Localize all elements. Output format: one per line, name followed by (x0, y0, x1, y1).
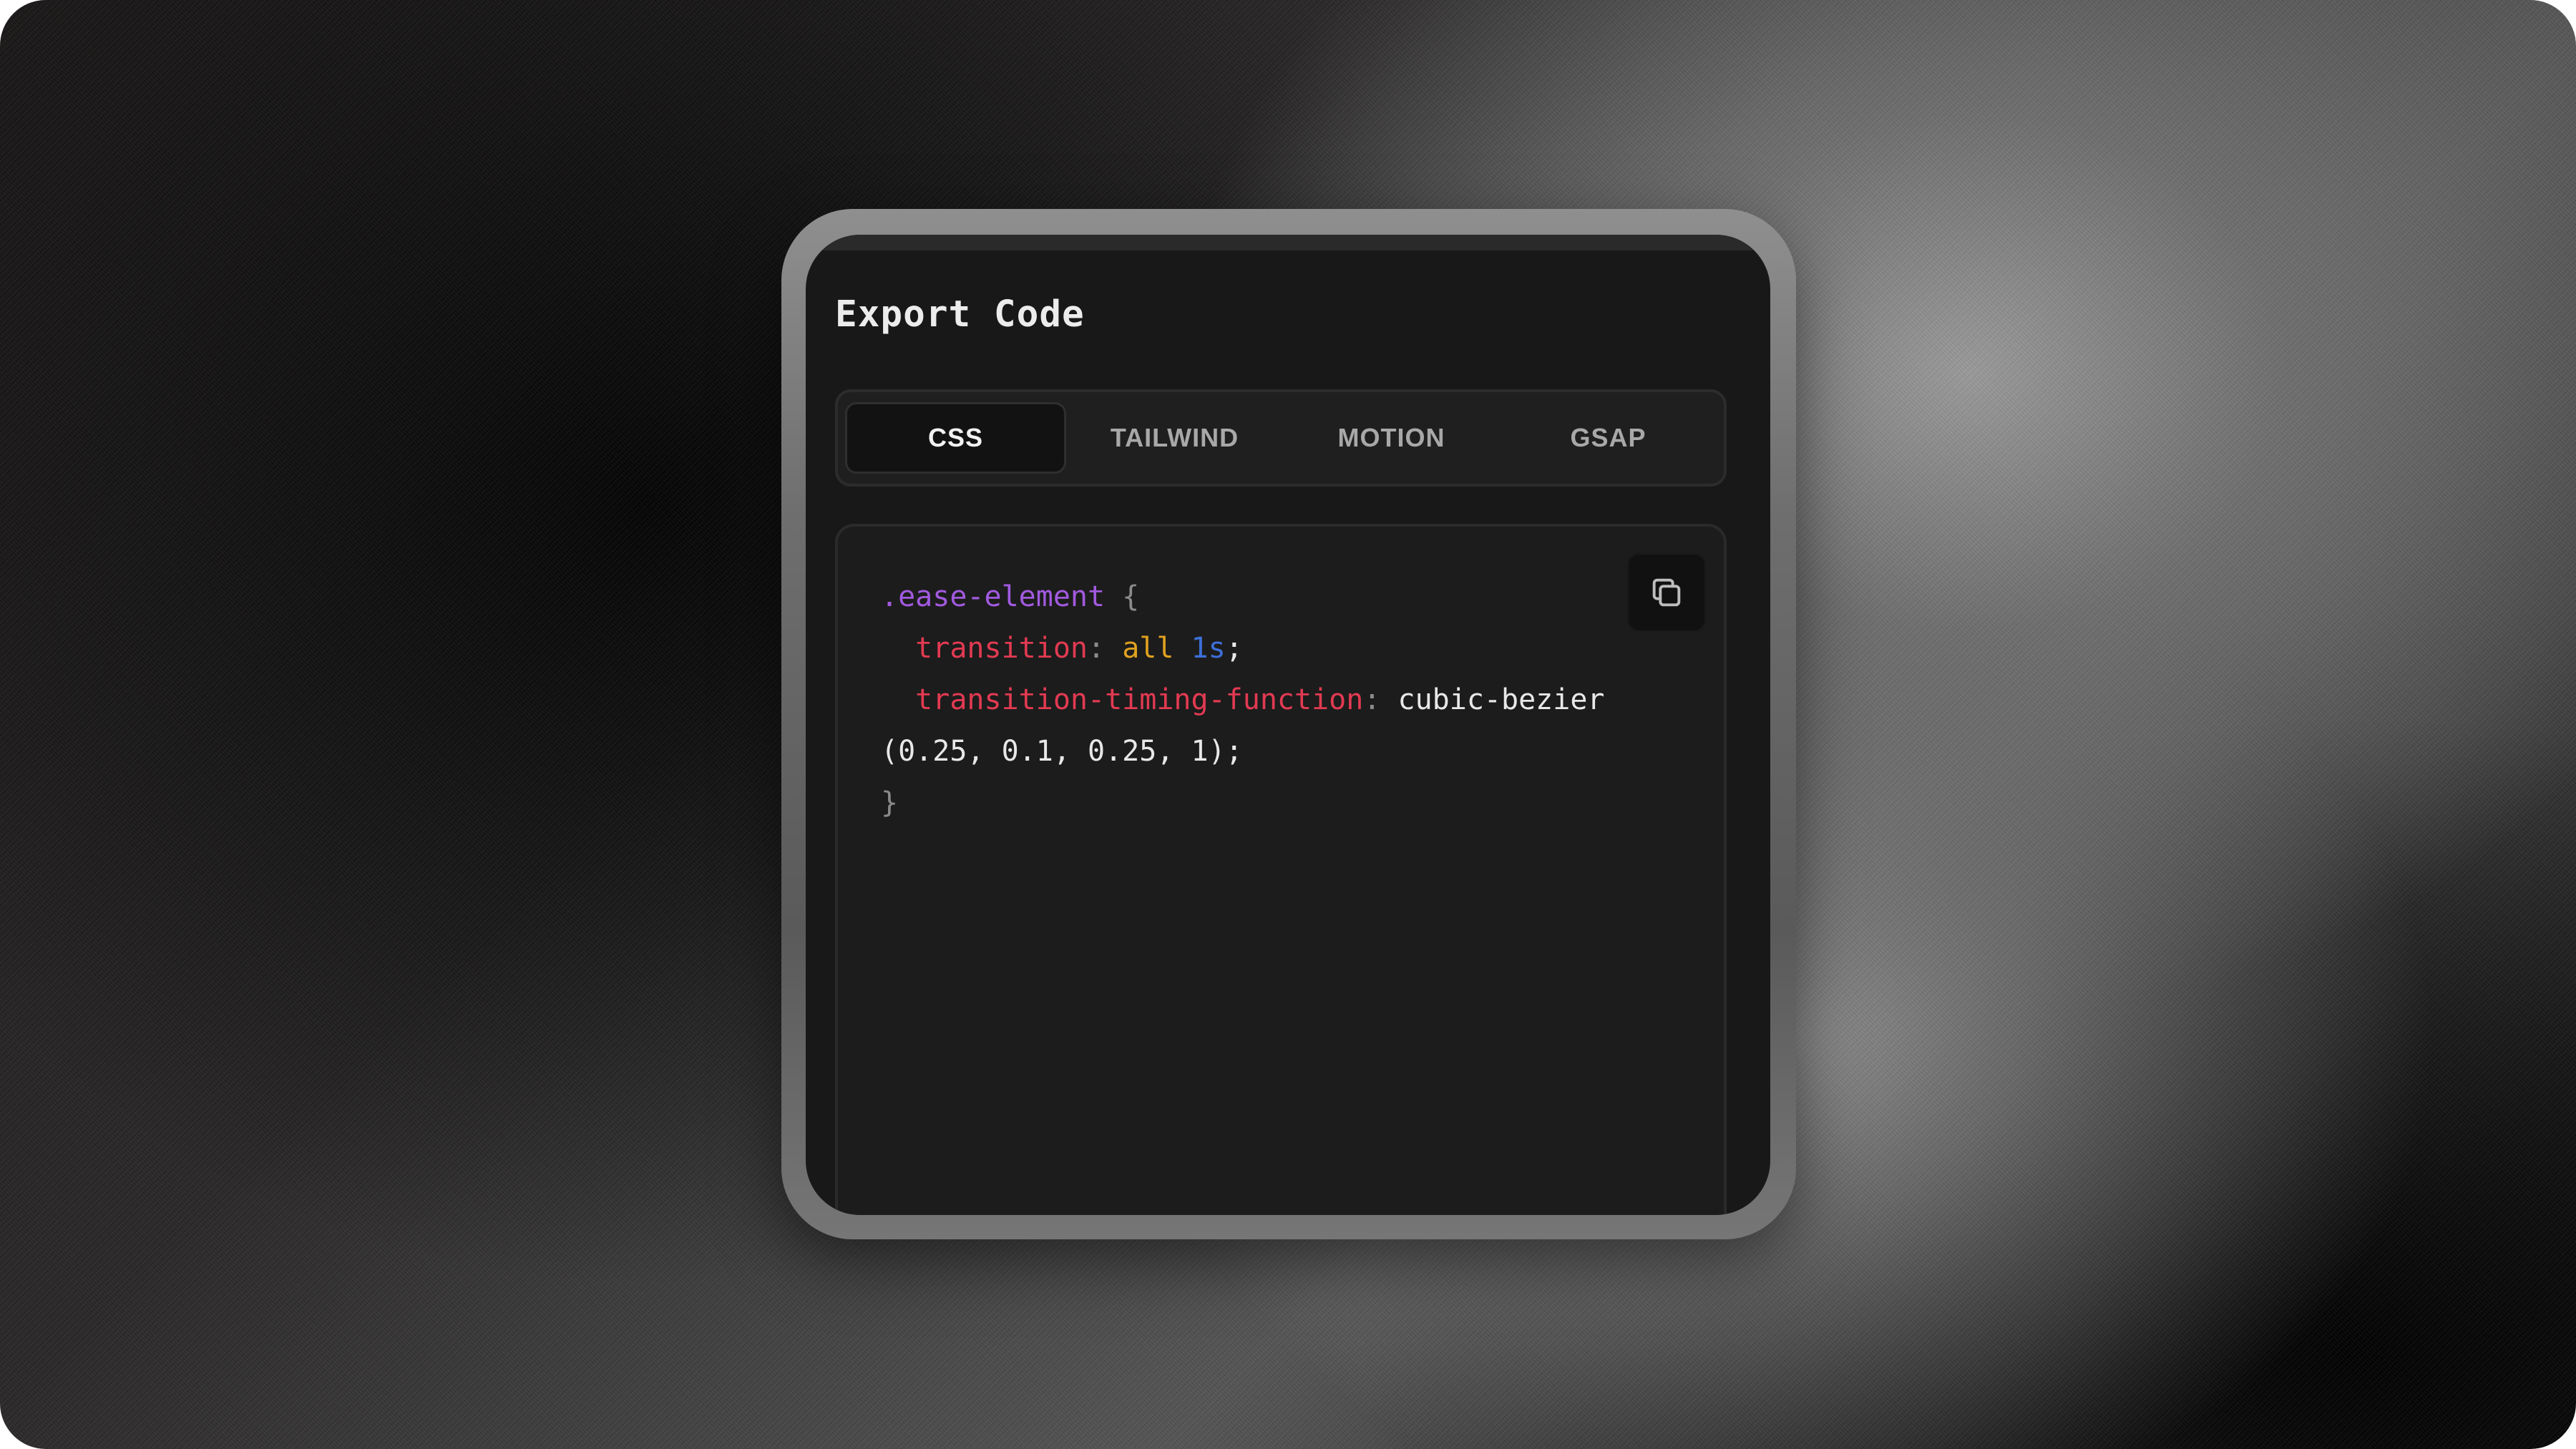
panel-top-strip (806, 235, 1770, 250)
code-number-duration: 1s (1191, 632, 1226, 665)
code-property-timing-function: transition-timing-function (915, 683, 1364, 716)
copy-icon (1652, 578, 1681, 607)
code-text: .ease-element { transition: all 1s; tran… (881, 571, 1604, 829)
code-open-brace: { (1122, 580, 1140, 613)
tab-css[interactable]: CSS (845, 402, 1066, 474)
copy-button[interactable] (1626, 552, 1707, 633)
code-value-bezier-args: (0.25, 0.1, 0.25, 1); (881, 735, 1243, 768)
code-property-transition: transition (915, 632, 1088, 665)
code-close-brace: } (881, 786, 899, 819)
tab-gsap[interactable]: GSAP (1500, 402, 1717, 474)
code-colon: : (1363, 683, 1381, 716)
screen-background: Export Code CSS TAILWIND MOTION GSAP .ea… (0, 0, 2576, 1449)
format-tabs: CSS TAILWIND MOTION GSAP (835, 389, 1727, 487)
code-selector: .ease-element (881, 580, 1106, 613)
code-semicolon: ; (1225, 632, 1243, 665)
code-value-cubic-bezier: cubic-bezier (1397, 683, 1605, 716)
panel-title: Export Code (835, 293, 1085, 336)
code-block: .ease-element { transition: all 1s; tran… (835, 524, 1727, 1215)
tab-motion[interactable]: MOTION (1283, 402, 1500, 474)
code-keyword-all: all (1122, 632, 1174, 665)
export-code-panel: Export Code CSS TAILWIND MOTION GSAP .ea… (806, 235, 1770, 1215)
code-colon: : (1088, 632, 1106, 665)
tab-tailwind[interactable]: TAILWIND (1066, 402, 1283, 474)
